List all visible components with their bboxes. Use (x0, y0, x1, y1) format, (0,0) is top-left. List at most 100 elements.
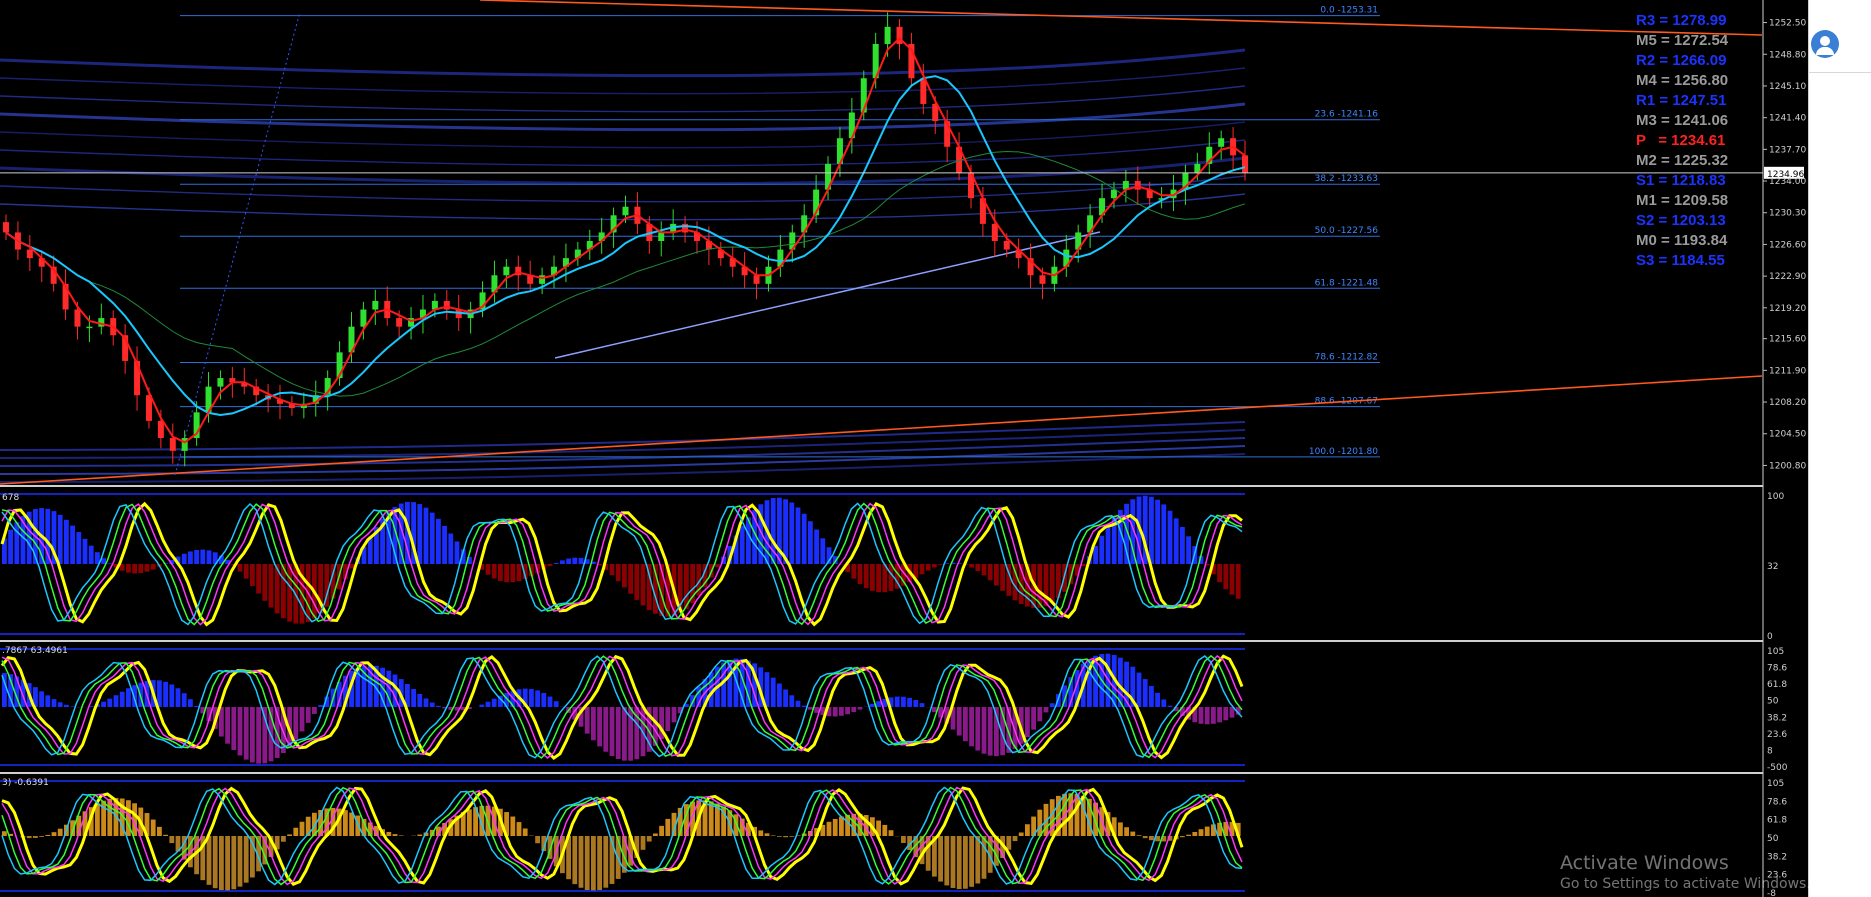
sub3-hist-bar (343, 810, 348, 836)
sub2-hist-bar (1204, 707, 1210, 725)
sub1-hist-bar (82, 538, 88, 564)
sub1-hist-bar (14, 522, 20, 564)
sub2-axis-label: 105 (1767, 647, 1784, 657)
sub1-axis-label: 100 (1767, 492, 1784, 502)
fib-label-61.8: 61.8 -1221.48 (1315, 278, 1379, 288)
sub3-hist-bar (950, 836, 956, 888)
sub2-hist-bar (597, 707, 602, 747)
sub2-hist-bar (225, 707, 230, 744)
sub1-hist-bar (863, 564, 869, 589)
pivot-level-4: R1 = 1247.51 (1636, 92, 1727, 109)
sub1-hist-bar (975, 564, 981, 572)
sub1-hist-bar (739, 525, 745, 564)
sub2-hist-bar (535, 690, 540, 707)
sub2-hist-bar (975, 707, 981, 751)
sub3-hist-bar (944, 836, 950, 886)
sub2-hist-bar (194, 705, 199, 707)
sub3-hist-bar (839, 816, 844, 836)
pivot-level-2: R2 = 1266.09 (1636, 52, 1727, 69)
sub2-axis-label: 61.8 (1767, 680, 1787, 690)
sub1-hist-bar (987, 564, 993, 581)
sub2-hist-bar (64, 704, 69, 707)
sub3-hist-bar (764, 833, 770, 836)
sub3-hist-bar (225, 836, 230, 891)
fib-label-23.6: 23.6 -1241.16 (1315, 110, 1379, 120)
sub3-hist-bar (789, 836, 795, 837)
sub3-hist-bar (107, 798, 113, 836)
sub3-hist-bar (888, 830, 894, 836)
sub-panel-1-label: 678 (2, 493, 20, 503)
sub2-hist-bar (987, 707, 993, 756)
strip-divider (1808, 72, 1871, 73)
sub2-hist-bar (126, 688, 131, 707)
sub2-hist-bar (417, 693, 423, 707)
sub1-hist-bar (70, 525, 75, 564)
sub1-hist-bar (795, 507, 801, 564)
price-chart[interactable]: 0.0 -1253.31 23.6 -1241.16 38.2 -1233.63 50… (0, 0, 1808, 897)
sub3-hist-bar (1198, 829, 1204, 836)
sub2-hist-bar (789, 695, 795, 707)
sub1-hist-bar (553, 562, 559, 564)
sub3-hist-bar (584, 836, 590, 891)
chart-area[interactable]: 0.0 -1253.31 23.6 -1241.16 38.2 -1233.63 50… (0, 0, 1808, 897)
sub2-hist-bar (783, 689, 788, 707)
sub1-hist-bar (1217, 564, 1222, 583)
sub1-hist-bar (417, 504, 423, 564)
sub2-hist-bar (913, 700, 919, 707)
sub3-hist-bar (516, 822, 522, 836)
sub1-axis-label: 32 (1767, 562, 1778, 572)
candle-body (991, 223, 998, 242)
price-tick-label: 1219.20 (1769, 304, 1806, 314)
sub1-hist-bar (851, 564, 857, 579)
sub3-hist-bar (1149, 836, 1154, 841)
sub3-axis-label: 50 (1767, 834, 1779, 844)
sub3-hist-bar (1037, 809, 1043, 836)
sub1-hist-bar (200, 549, 206, 564)
sub1-hist-bar (64, 519, 69, 564)
sub2-hist-bar (894, 696, 900, 707)
resistance-trendline (479, 0, 1763, 36)
sub-panel-3-label: 3) -0.6391 (2, 778, 49, 788)
sub1-hist-bar (454, 541, 460, 564)
pivot-level-12: S3 = 1184.55 (1636, 252, 1725, 269)
sub3-hist-bar (398, 835, 404, 836)
sub2-hist-bar (45, 695, 51, 707)
sub3-hist-bar (231, 836, 237, 890)
sub2-hist-bar (113, 695, 119, 707)
user-avatar-icon[interactable] (1811, 30, 1839, 58)
sub1-hist-bar (181, 553, 187, 564)
sub1-hist-bar (981, 564, 987, 576)
sub2-hist-bar (795, 700, 801, 707)
sub2-hist-bar (615, 707, 621, 760)
sub3-hist-bar (882, 824, 888, 836)
sub2-hist-bar (299, 707, 305, 732)
sub2-hist-bar (801, 705, 807, 707)
pivot-level-0: R3 = 1278.99 (1636, 12, 1727, 29)
sub3-hist-bar (157, 826, 162, 836)
sub2-hist-bar (181, 693, 187, 707)
sub1-hist-bar (1049, 564, 1055, 603)
sub2-hist-bar (293, 707, 299, 740)
sub3-hist-bar (1012, 836, 1018, 842)
sub1-hist-bar (640, 564, 646, 606)
sub3-hist-bar (163, 834, 168, 836)
sub3-hist-bar (938, 836, 943, 882)
sub2-hist-bar (1043, 707, 1049, 713)
sub2-hist-bar (603, 707, 609, 752)
fib-label-78.6: 78.6 -1212.82 (1315, 352, 1378, 362)
sub2-axis-label: 50 (1767, 697, 1779, 707)
price-tick-label: 1200.80 (1769, 461, 1806, 471)
sub3-hist-bar (665, 818, 671, 836)
sub2-hist-bar (1049, 703, 1055, 707)
sub1-hist-bar (1161, 504, 1167, 564)
sub2-hist-bar (231, 707, 237, 751)
sub3-hist-bar (299, 821, 305, 836)
sub2-hist-bar (491, 698, 497, 707)
sub2-hist-bar (318, 705, 323, 707)
candle-body (360, 309, 367, 327)
price-tick-label: 1222.90 (1769, 272, 1806, 282)
sub1-hist-bar (572, 557, 578, 564)
sub1-hist-bar (857, 564, 863, 585)
fib-label-50.0: 50.0 -1227.56 (1315, 226, 1379, 236)
sub2-hist-bar (665, 707, 671, 731)
